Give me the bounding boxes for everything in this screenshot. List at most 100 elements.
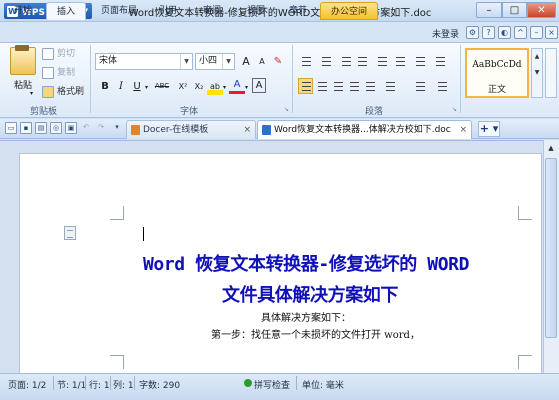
numbering-icon[interactable] xyxy=(318,53,333,69)
tab-page-layout[interactable]: 页面布局 xyxy=(93,2,145,20)
style-normal[interactable]: AaBbCcDd 正文 xyxy=(465,48,529,98)
print-icon[interactable]: ▤ xyxy=(35,122,47,134)
borders-icon[interactable] xyxy=(434,78,449,94)
chevron-down-icon[interactable]: ▾ xyxy=(145,84,148,91)
tab-insert[interactable]: 插入 xyxy=(46,2,86,20)
line-spacing-icon[interactable] xyxy=(392,53,407,69)
grow-font-button[interactable]: A xyxy=(238,53,254,70)
scroll-up-icon[interactable]: ▲ xyxy=(544,141,558,155)
font-color-button[interactable]: A xyxy=(229,78,245,94)
cut-button[interactable]: 剪切 xyxy=(42,46,75,62)
tab-label: Docer-在线模板 xyxy=(143,125,209,135)
paste-dropdown-icon[interactable]: ▾ xyxy=(30,90,33,97)
help-icon[interactable]: ? xyxy=(482,26,495,39)
status-section[interactable]: 节: 1/1 xyxy=(57,378,86,391)
divider xyxy=(53,376,54,390)
skin-icon[interactable]: ◐ xyxy=(498,26,511,39)
shading-icon[interactable] xyxy=(412,78,427,94)
bullets-icon[interactable] xyxy=(298,53,313,69)
font-name-select[interactable]: 宋体 ▼ xyxy=(95,53,193,70)
align-center-icon[interactable] xyxy=(314,78,329,94)
document-heading-line2[interactable]: 文件具体解决方案如下 xyxy=(222,281,398,307)
tab-review[interactable]: 审阅 xyxy=(194,2,230,20)
export-pdf-icon[interactable]: ▣ xyxy=(65,122,77,134)
show-marks-icon[interactable] xyxy=(412,53,427,69)
bold-button[interactable]: B xyxy=(97,78,113,95)
close-doc-icon[interactable]: × xyxy=(545,26,558,39)
scrollbar-thumb[interactable] xyxy=(545,158,557,338)
minimize-button[interactable]: – xyxy=(476,2,502,18)
dialog-launcher-icon[interactable]: ↘ xyxy=(452,106,457,113)
paste-icon[interactable] xyxy=(10,47,36,75)
print-preview-icon[interactable]: ◎ xyxy=(50,122,62,134)
shrink-font-button[interactable]: A xyxy=(254,53,270,70)
outdent-icon[interactable] xyxy=(338,53,353,69)
tab-references[interactable]: 引用 xyxy=(150,2,186,20)
tab-home[interactable]: 开始 xyxy=(4,2,42,20)
brush-icon xyxy=(42,86,54,98)
styles-scroll[interactable]: ▲ ▼ xyxy=(531,48,543,98)
close-tab-icon[interactable]: × xyxy=(243,121,251,139)
chevron-down-icon: ▼ xyxy=(222,54,234,69)
paste-clip-icon xyxy=(15,45,29,51)
font-group-label: 字体 xyxy=(180,107,199,117)
redo-icon[interactable]: ↷ xyxy=(95,122,107,134)
indent-icon[interactable] xyxy=(354,53,369,69)
tab-current-document[interactable]: Word恢复文本转换器...体解决方校如下.doc × xyxy=(257,120,472,139)
distributed-icon[interactable] xyxy=(362,78,377,94)
format-painter-button[interactable]: 格式刷 xyxy=(42,84,84,100)
status-spell-check[interactable]: 拼写检查 xyxy=(254,378,290,391)
document-heading-line1[interactable]: Word 恢复文本转换器-修复选坏的 WORD xyxy=(143,250,469,276)
status-page[interactable]: 页面: 1/2 xyxy=(8,378,46,391)
char-border-button[interactable]: A xyxy=(252,78,266,93)
tab-office-space[interactable]: 办公空间 xyxy=(320,2,378,20)
document-paragraph[interactable]: 具体解决方案如下： xyxy=(261,309,351,324)
open-folder-icon[interactable]: ▭ xyxy=(5,122,17,134)
tab-stops-icon[interactable] xyxy=(432,53,447,69)
tab-view[interactable]: 视图 xyxy=(238,2,274,20)
sort-icon[interactable] xyxy=(374,53,389,69)
paragraph-group-label: 段落 xyxy=(365,107,384,117)
save-icon[interactable]: ▪ xyxy=(20,122,32,134)
align-right-icon[interactable] xyxy=(330,78,345,94)
strikethrough-button[interactable]: ABC xyxy=(151,78,173,95)
new-style-button[interactable] xyxy=(545,48,557,98)
dialog-launcher-icon[interactable]: ↘ xyxy=(284,106,289,113)
chevron-down-icon[interactable]: ▾ xyxy=(223,84,226,91)
align-justify-icon[interactable] xyxy=(298,78,313,94)
align-left-icon[interactable] xyxy=(346,78,361,94)
underline-button[interactable]: U xyxy=(129,78,145,95)
undo-icon[interactable]: ↶ xyxy=(80,122,92,134)
tab-docer-templates[interactable]: Docer-在线模板 × xyxy=(126,120,256,139)
font-size-select[interactable]: 小四 ▼ xyxy=(195,53,235,70)
customize-toolbar-icon[interactable]: ▾ xyxy=(111,122,123,134)
style-name: 正文 xyxy=(487,85,506,95)
document-paragraph[interactable]: 第一步：找任意一个未损坏的文件打开 word， xyxy=(211,326,420,341)
login-status[interactable]: 未登录 xyxy=(432,27,459,40)
maximize-button[interactable]: □ xyxy=(502,2,527,18)
status-word-count[interactable]: 字数: 290 xyxy=(139,378,180,391)
status-column[interactable]: 列: 1 xyxy=(113,378,134,391)
margin-corner-mark xyxy=(110,355,124,369)
close-button[interactable]: ✕ xyxy=(527,2,556,18)
status-line[interactable]: 行: 1 xyxy=(89,378,110,391)
italic-button[interactable]: I xyxy=(113,78,129,95)
close-tab-icon[interactable]: × xyxy=(459,121,467,139)
new-tab-button[interactable]: + ▾ xyxy=(478,121,500,137)
font-size-value: 小四 xyxy=(199,56,218,66)
minimize-ribbon-icon[interactable]: ^ xyxy=(514,26,527,39)
superscript-button[interactable]: X² xyxy=(175,78,191,95)
subscript-button[interactable]: X₂ xyxy=(191,78,207,95)
line-spacing-2-icon[interactable] xyxy=(382,78,397,94)
highlight-button[interactable]: ab xyxy=(207,78,223,95)
more-icon[interactable]: – xyxy=(530,26,543,39)
status-unit[interactable]: 单位: 毫米 xyxy=(302,378,344,391)
document-icon xyxy=(262,124,271,135)
settings-icon[interactable]: ⚙ xyxy=(466,26,479,39)
paragraph-marker-icon[interactable] xyxy=(64,226,76,240)
clear-format-icon[interactable]: ✎ xyxy=(270,53,286,70)
tab-chapter[interactable]: 章节 xyxy=(280,2,316,20)
font-name-value: 宋体 xyxy=(99,56,118,66)
copy-button[interactable]: 复制 xyxy=(42,65,75,81)
chevron-down-icon[interactable]: ▾ xyxy=(245,84,248,91)
